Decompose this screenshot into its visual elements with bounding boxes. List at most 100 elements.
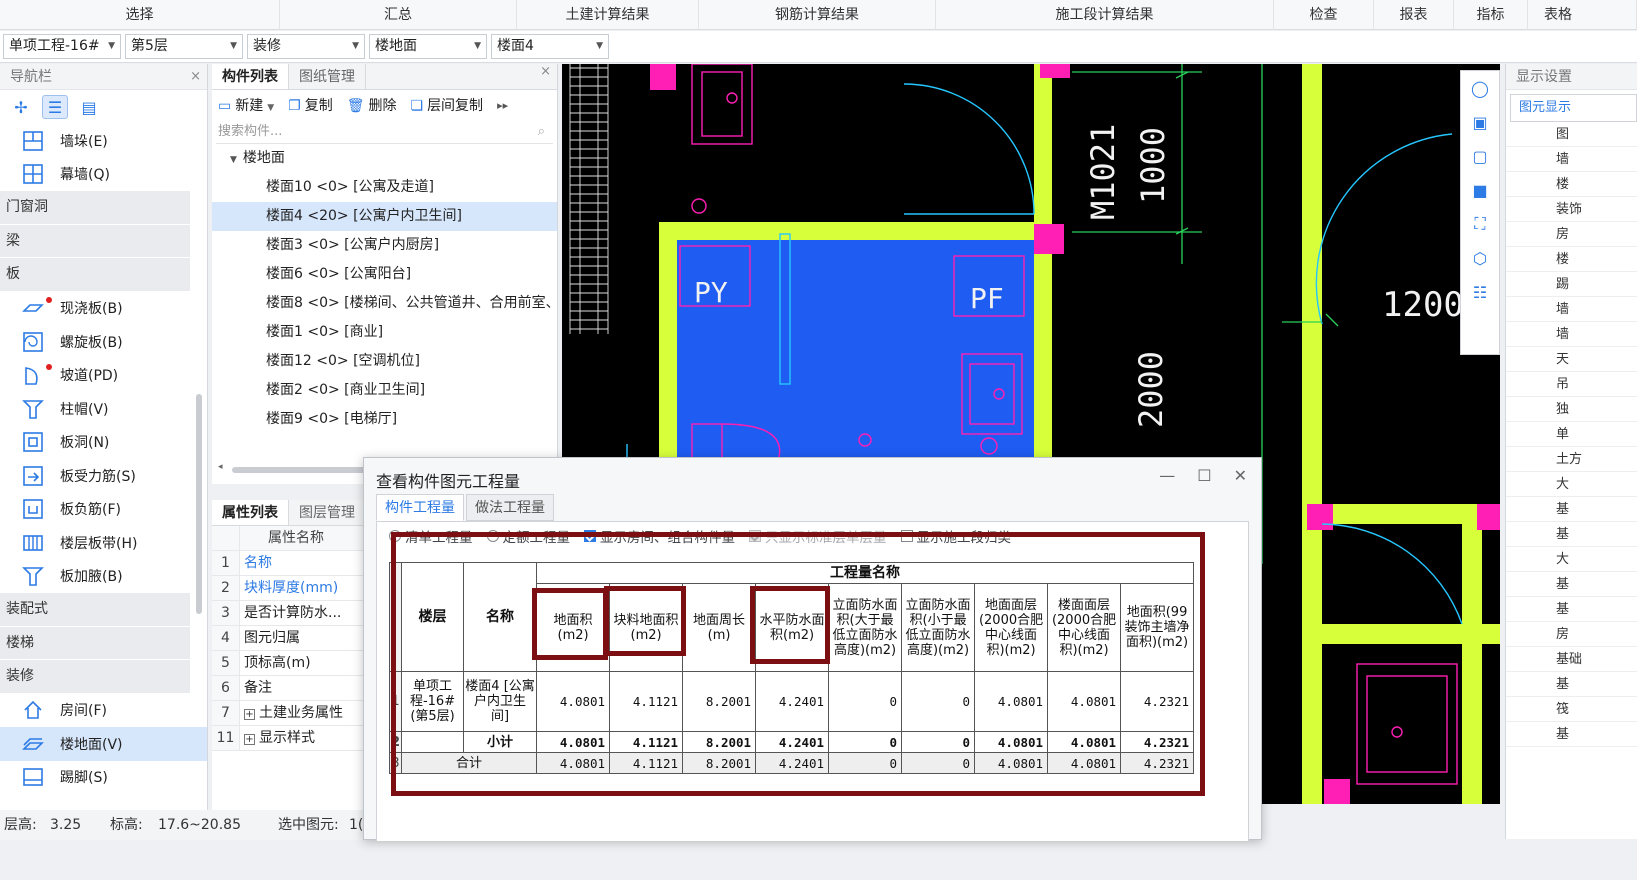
view-3d-icon[interactable]: ▣ <box>1461 105 1499 139</box>
tree-item[interactable]: 楼面1 <0> [商业] <box>212 318 557 347</box>
close-icon[interactable]: ✕ <box>1234 466 1247 485</box>
display-row[interactable]: 墙 <box>1506 297 1637 322</box>
chevron-left-icon[interactable]: ◂ <box>218 462 223 472</box>
tab-element-display[interactable]: 图元显示 <box>1510 94 1637 122</box>
detail-view-icon[interactable]: ▤ <box>76 95 102 119</box>
tab-component-quantity[interactable]: 构件工程量 <box>376 494 464 521</box>
display-row[interactable]: 楼 <box>1506 172 1637 197</box>
floor-copy-button[interactable]: ❏ 层间复制 <box>411 95 484 115</box>
nav-category-beam[interactable]: 梁 <box>0 224 190 258</box>
tab-index[interactable]: 指标 <box>1454 0 1528 30</box>
tree-item[interactable]: 楼面6 <0> [公寓阳台] <box>212 260 557 289</box>
nav-item-skirting[interactable]: 踢脚(S) <box>0 761 207 795</box>
tree-item[interactable]: 楼面8 <0> [楼梯间、公共管道井、合用前室、 <box>212 289 557 318</box>
tab-civil-results[interactable]: 土建计算结果 <box>517 0 699 30</box>
display-row[interactable]: 基 <box>1506 497 1637 522</box>
tree-item[interactable]: 楼面2 <0> [商业卫生间] <box>212 376 557 405</box>
nav-item-column-cap[interactable]: 柱帽(V) <box>0 392 207 426</box>
tree-item-selected[interactable]: 楼面4 <20> [公寓户内卫生间] <box>212 202 557 231</box>
nav-item-slab-rebar[interactable]: 板受力筋(S) <box>0 459 207 493</box>
tab-table[interactable]: 表格 <box>1528 0 1637 30</box>
scrollbar-thumb[interactable] <box>232 467 382 473</box>
display-row[interactable]: 吊 <box>1506 372 1637 397</box>
expand-icon[interactable]: + <box>244 734 255 745</box>
property-row[interactable]: 5 顶标高(m) <box>212 651 366 676</box>
property-row[interactable]: 7 + 土建业务属性 <box>212 701 366 726</box>
tab-section-results[interactable]: 施工段计算结果 <box>936 0 1274 30</box>
tab-drawing-manage[interactable]: 图纸管理 <box>289 64 366 89</box>
nav-item-wall-pier[interactable]: 墙垛(E) <box>0 124 207 158</box>
nav-item-curtain-wall[interactable]: 幕墙(Q) <box>0 158 207 192</box>
cube-solid-icon[interactable]: ■ <box>1461 173 1499 207</box>
display-row[interactable]: 图 <box>1506 122 1637 147</box>
maximize-icon[interactable]: ☐ <box>1197 466 1211 485</box>
display-row[interactable]: 墙 <box>1506 147 1637 172</box>
close-icon[interactable]: × <box>190 64 201 90</box>
tab-method-quantity[interactable]: 做法工程量 <box>466 494 554 521</box>
tab-layer-manage[interactable]: 图层管理 <box>289 500 366 525</box>
tab-check[interactable]: 检查 <box>1274 0 1374 30</box>
display-row[interactable]: 房 <box>1506 622 1637 647</box>
property-row[interactable]: 1 名称 <box>212 551 366 576</box>
nav-item-ramp[interactable]: 坡道(PD) <box>0 359 207 393</box>
orbit-icon[interactable]: ◯ <box>1461 71 1499 105</box>
project-select[interactable]: 单项工程-16# ▼ <box>3 34 121 59</box>
display-row[interactable]: 墙 <box>1506 322 1637 347</box>
list-view-icon[interactable]: ☰ <box>42 95 68 119</box>
display-row[interactable]: 基 <box>1506 522 1637 547</box>
component-view-icon[interactable]: ⬡ <box>1461 241 1499 275</box>
display-row[interactable]: 房 <box>1506 222 1637 247</box>
more-icon[interactable]: ▸▸ <box>497 99 508 112</box>
tree-root[interactable]: ▼ 楼地面 <box>212 144 557 173</box>
new-button[interactable]: ▭ 新建 ▼ <box>218 95 274 115</box>
nav-item-spiral-slab[interactable]: 螺旋板(B) <box>0 325 207 359</box>
nav-item-slab-neg-rebar[interactable]: 板负筋(F) <box>0 493 207 527</box>
display-row[interactable]: 大 <box>1506 472 1637 497</box>
tab-report[interactable]: 报表 <box>1374 0 1454 30</box>
display-row[interactable]: 基础 <box>1506 647 1637 672</box>
display-row[interactable]: 独 <box>1506 397 1637 422</box>
search-input[interactable]: 搜索构件... ⌕ <box>216 120 553 144</box>
nav-item-floor-band[interactable]: 楼层板带(H) <box>0 526 207 560</box>
display-row[interactable]: 单 <box>1506 422 1637 447</box>
display-row[interactable]: 踢 <box>1506 272 1637 297</box>
component-select[interactable]: 楼面4 ▼ <box>491 34 609 59</box>
pin-icon[interactable]: ✢ <box>8 95 34 119</box>
properties-view-icon[interactable]: ☷ <box>1461 275 1499 309</box>
display-row[interactable]: 装饰 <box>1506 197 1637 222</box>
display-row[interactable]: 基 <box>1506 597 1637 622</box>
tab-attribute-list[interactable]: 属性列表 <box>212 500 289 525</box>
nav-scrollbar[interactable] <box>196 394 202 614</box>
floor-select[interactable]: 第5层 ▼ <box>125 34 243 59</box>
display-row[interactable]: 楼 <box>1506 247 1637 272</box>
tab-summary[interactable]: 汇总 <box>280 0 517 30</box>
property-row[interactable]: 3 是否计算防水... <box>212 601 366 626</box>
nav-item-cast-slab[interactable]: 现浇板(B) <box>0 292 207 326</box>
tab-select[interactable]: 选择 <box>0 0 280 30</box>
cube-icon[interactable]: ▢ <box>1461 139 1499 173</box>
nav-item-slab-hole[interactable]: 板洞(N) <box>0 426 207 460</box>
display-row[interactable]: 基 <box>1506 572 1637 597</box>
property-row[interactable]: 4 图元归属 <box>212 626 366 651</box>
display-row[interactable]: 土方 <box>1506 447 1637 472</box>
tree-item[interactable]: 楼面9 <0> [电梯厅] <box>212 405 557 434</box>
nav-item-slab-haunch[interactable]: 板加腋(B) <box>0 560 207 594</box>
nav-item-room[interactable]: 房间(F) <box>0 694 207 728</box>
category-select[interactable]: 装修 ▼ <box>247 34 365 59</box>
expand-icon[interactable]: + <box>244 709 255 720</box>
nav-category-prefab[interactable]: 装配式 <box>0 593 190 627</box>
tab-rebar-results[interactable]: 钢筋计算结果 <box>699 0 936 30</box>
display-row[interactable]: 基 <box>1506 672 1637 697</box>
tree-item[interactable]: 楼面3 <0> [公寓户内厨房] <box>212 231 557 260</box>
display-row[interactable]: 基 <box>1506 722 1637 747</box>
display-row[interactable]: 大 <box>1506 547 1637 572</box>
nav-category-door-window[interactable]: 门窗洞 <box>0 191 190 225</box>
property-row[interactable]: 11 + 显示样式 <box>212 726 366 751</box>
tree-item[interactable]: 楼面10 <0> [公寓及走道] <box>212 173 557 202</box>
minimize-icon[interactable]: — <box>1159 466 1175 485</box>
close-icon[interactable]: × <box>540 64 551 80</box>
display-row[interactable]: 筏 <box>1506 697 1637 722</box>
tree-item[interactable]: 楼面12 <0> [空调机位] <box>212 347 557 376</box>
delete-button[interactable]: 🗑 删除 <box>347 95 397 115</box>
copy-button[interactable]: ❐ 复制 <box>288 95 333 115</box>
